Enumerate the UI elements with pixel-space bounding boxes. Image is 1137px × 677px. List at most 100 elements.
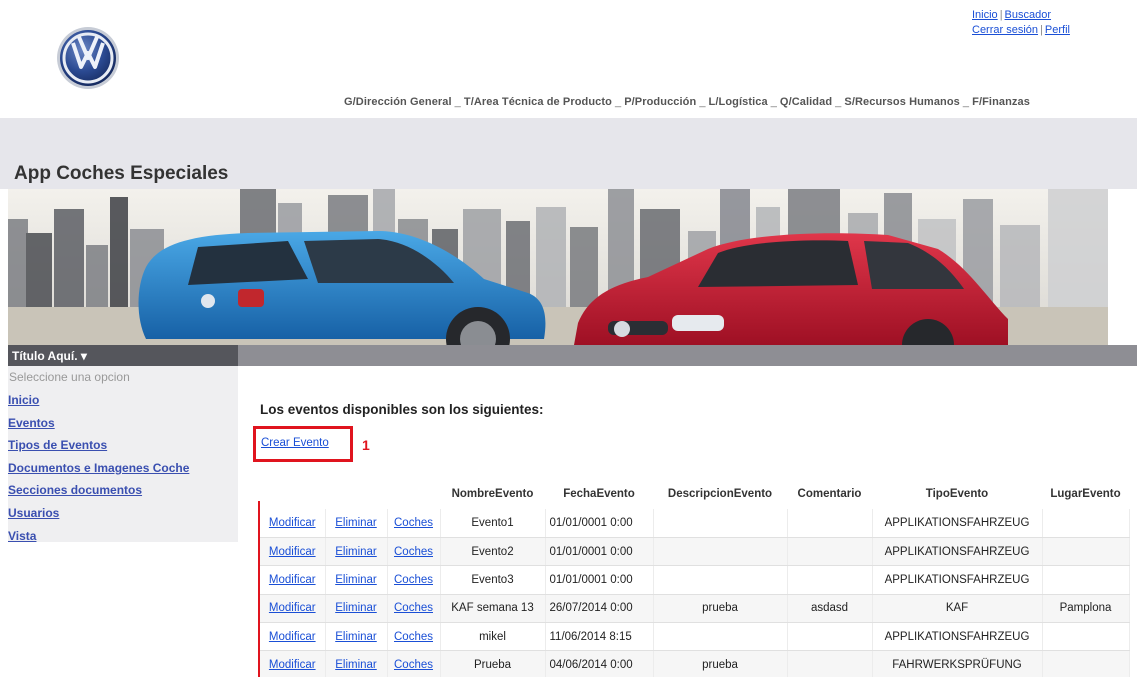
- table-row: Modificar Eliminar Coches Evento1 01/01/…: [260, 509, 1130, 538]
- separator: |: [1040, 24, 1043, 36]
- separator: _: [699, 96, 706, 108]
- cell-comentario: asdasd: [787, 594, 873, 624]
- delete-link[interactable]: Eliminar: [335, 517, 377, 529]
- cars-link[interactable]: Coches: [394, 631, 433, 643]
- cars-link[interactable]: Coches: [394, 659, 433, 671]
- column-header-lugar[interactable]: LugarEvento: [1042, 478, 1129, 509]
- sidebar-hint: Seleccione una opcion: [9, 370, 130, 384]
- delete-link[interactable]: Eliminar: [335, 659, 377, 671]
- cars-link[interactable]: Coches: [394, 602, 433, 614]
- table-row: Modificar Eliminar Coches KAF semana 13 …: [260, 594, 1130, 624]
- column-header: [260, 478, 325, 509]
- cell-comentario: [787, 650, 873, 677]
- dept-calidad[interactable]: Q/Calidad: [780, 96, 832, 108]
- dept-finanzas[interactable]: F/Finanzas: [972, 96, 1030, 108]
- sidebar-item-eventos[interactable]: Eventos: [8, 412, 238, 435]
- cell-nombre: Prueba: [440, 650, 546, 677]
- annotation-box-1: [253, 426, 353, 462]
- cell-tipo: KAF: [872, 594, 1043, 624]
- delete-link[interactable]: Eliminar: [335, 574, 377, 586]
- cell-nombre: Evento2: [440, 537, 546, 567]
- column-header-descripcion[interactable]: DescripcionEvento: [653, 478, 787, 509]
- cell-lugar: [1042, 565, 1130, 595]
- action-cell: Eliminar: [325, 509, 388, 538]
- menu-title-dropdown[interactable]: Título Aquí. ▾: [8, 345, 238, 366]
- volkswagen-logo-icon[interactable]: [56, 26, 120, 90]
- modify-link[interactable]: Modificar: [269, 546, 316, 558]
- table-row: Modificar Eliminar Coches mikel 11/06/20…: [260, 622, 1130, 652]
- cell-descripcion: [653, 565, 788, 595]
- table-row: Modificar Eliminar Coches Evento2 01/01/…: [260, 537, 1130, 567]
- column-header-nombre[interactable]: NombreEvento: [440, 478, 545, 509]
- table-header-row: NombreEvento FechaEvento DescripcionEven…: [260, 478, 1129, 509]
- banner-image: [8, 189, 1108, 345]
- sidebar-item-inicio[interactable]: Inicio: [8, 389, 238, 412]
- dept-direccion-general[interactable]: G/Dirección General: [344, 96, 452, 108]
- cell-tipo: APPLIKATIONSFAHRZEUG: [872, 537, 1043, 567]
- cell-comentario: [787, 622, 873, 652]
- sidebar-item-tipos-eventos[interactable]: Tipos de Eventos: [8, 434, 238, 457]
- separator: _: [614, 96, 622, 108]
- cell-fecha: 01/01/0001 0:00: [545, 509, 654, 538]
- app-title: App Coches Especiales: [14, 163, 229, 184]
- modify-link[interactable]: Modificar: [269, 574, 316, 586]
- cell-fecha: 26/07/2014 0:00: [545, 594, 654, 624]
- cell-descripcion: prueba: [653, 650, 788, 677]
- sidebar-item-vista[interactable]: Vista: [8, 525, 238, 548]
- cell-lugar: [1042, 537, 1130, 567]
- dept-produccion[interactable]: P/Producción: [624, 96, 696, 108]
- separator: _: [770, 96, 777, 108]
- delete-link[interactable]: Eliminar: [335, 631, 377, 643]
- separator: _: [835, 96, 842, 108]
- cell-comentario: [787, 537, 873, 567]
- column-header-comentario[interactable]: Comentario: [787, 478, 872, 509]
- delete-link[interactable]: Eliminar: [335, 546, 377, 558]
- link-buscador[interactable]: Buscador: [1005, 9, 1051, 21]
- modify-link[interactable]: Modificar: [269, 602, 316, 614]
- action-cell: Coches: [387, 509, 441, 538]
- cell-descripcion: [653, 622, 788, 652]
- cars-link[interactable]: Coches: [394, 574, 433, 586]
- delete-link[interactable]: Eliminar: [335, 602, 377, 614]
- action-cell: Coches: [387, 622, 441, 652]
- menu-title: Título Aquí.: [12, 349, 78, 363]
- link-inicio[interactable]: Inicio: [972, 9, 998, 21]
- dept-recursos-humanos[interactable]: S/Recursos Humanos: [844, 96, 960, 108]
- sidebar-item-documentos-imagenes[interactable]: Documentos e Imagenes Coche: [8, 457, 238, 480]
- action-cell: Modificar: [260, 509, 326, 538]
- cell-descripcion: prueba: [653, 594, 788, 624]
- action-cell: Modificar: [260, 650, 326, 677]
- cell-descripcion: [653, 537, 788, 567]
- column-header-fecha[interactable]: FechaEvento: [545, 478, 653, 509]
- link-cerrar-sesion[interactable]: Cerrar sesión: [972, 24, 1038, 36]
- cell-lugar: [1042, 509, 1130, 538]
- action-cell: Eliminar: [325, 650, 388, 677]
- column-header: [325, 478, 387, 509]
- separator: |: [999, 9, 1003, 21]
- link-perfil[interactable]: Perfil: [1045, 24, 1070, 36]
- sidebar-item-secciones-documentos[interactable]: Secciones documentos: [8, 479, 238, 502]
- cars-link[interactable]: Coches: [394, 546, 433, 558]
- modify-link[interactable]: Modificar: [269, 631, 316, 643]
- cell-lugar: Pamplona: [1042, 594, 1130, 624]
- modify-link[interactable]: Modificar: [269, 659, 316, 671]
- action-cell: Modificar: [260, 565, 326, 595]
- action-cell: Modificar: [260, 622, 326, 652]
- action-cell: Eliminar: [325, 594, 388, 624]
- cell-fecha: 01/01/0001 0:00: [545, 537, 654, 567]
- cell-lugar: [1042, 650, 1130, 677]
- cell-nombre: mikel: [440, 622, 546, 652]
- dept-area-tecnica[interactable]: T/Area Técnica de Producto: [464, 96, 612, 108]
- cars-link[interactable]: Coches: [394, 517, 433, 529]
- page-heading: Los eventos disponibles son los siguient…: [260, 402, 544, 417]
- modify-link[interactable]: Modificar: [269, 517, 316, 529]
- cell-tipo: APPLIKATIONSFAHRZEUG: [872, 622, 1043, 652]
- separator: _: [962, 96, 970, 108]
- action-cell: Eliminar: [325, 537, 388, 567]
- column-header-tipo[interactable]: TipoEvento: [872, 478, 1042, 509]
- sidebar-item-usuarios[interactable]: Usuarios: [8, 502, 238, 525]
- cell-comentario: [787, 509, 873, 538]
- dept-logistica[interactable]: L/Logística: [709, 96, 768, 108]
- table-row: Modificar Eliminar Coches Evento3 01/01/…: [260, 565, 1130, 595]
- content-top-bar: [238, 345, 1137, 366]
